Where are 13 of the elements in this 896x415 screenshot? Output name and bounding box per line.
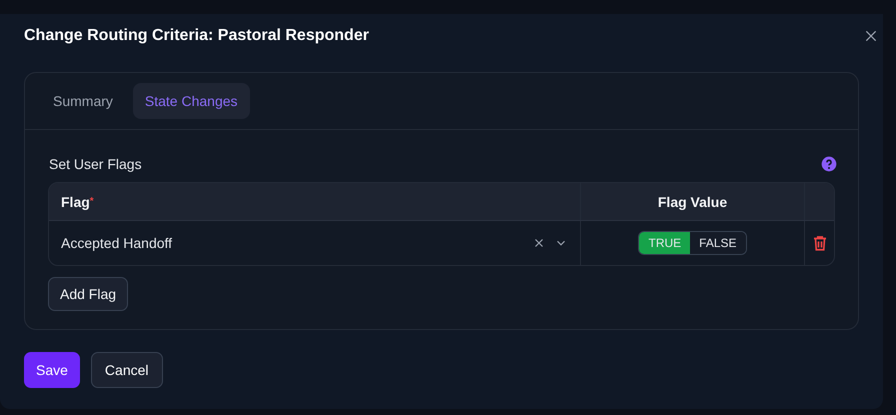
cancel-button[interactable]: Cancel bbox=[90, 352, 163, 388]
column-header: Flag Value bbox=[581, 183, 805, 220]
tab[interactable]: State Changes bbox=[132, 83, 250, 119]
help-icon bbox=[821, 156, 837, 172]
section-title: Set User Flags bbox=[49, 156, 142, 172]
flag-select[interactable]: Accepted Handoff bbox=[61, 235, 568, 251]
add-flag-button[interactable]: Add Flag bbox=[48, 277, 128, 311]
close-icon bbox=[863, 28, 879, 44]
close-button[interactable] bbox=[863, 28, 879, 44]
dialog-title: Change Routing Criteria: Pastoral Responder bbox=[24, 27, 369, 45]
tab[interactable]: Summary bbox=[41, 83, 125, 119]
select-value: Accepted Handoff bbox=[61, 235, 174, 251]
save-button[interactable]: Save bbox=[24, 352, 80, 388]
